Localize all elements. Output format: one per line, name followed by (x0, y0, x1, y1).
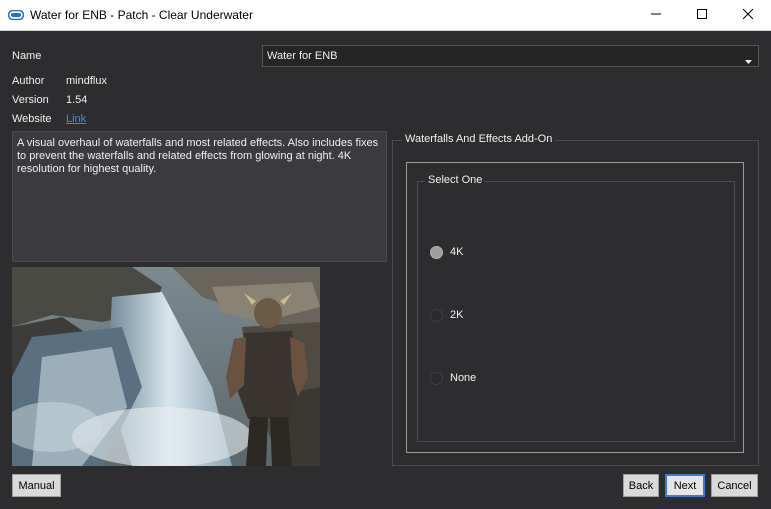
close-icon (742, 8, 754, 22)
name-dropdown[interactable]: Water for ENB (262, 45, 759, 67)
preview-image (12, 267, 320, 466)
author-label: Author (12, 75, 45, 87)
title-bar: Water for ENB - Patch - Clear Underwater (0, 0, 771, 31)
radio-2k[interactable]: 2K (430, 308, 550, 324)
radio-circle (430, 372, 443, 385)
select-one-title: Select One (425, 174, 486, 186)
radio-label: 4K (450, 246, 464, 258)
minimize-button[interactable] (633, 0, 679, 31)
radio-circle (430, 309, 443, 322)
description-box[interactable]: A visual overhaul of waterfalls and most… (12, 131, 387, 262)
window-title: Water for ENB - Patch - Clear Underwater (30, 8, 253, 22)
radio-4k[interactable]: 4K (430, 245, 550, 261)
radio-none[interactable]: None (430, 371, 550, 387)
description-text: A visual overhaul of waterfalls and most… (17, 137, 379, 175)
minimize-icon (651, 9, 661, 22)
radio-label: None (450, 372, 477, 384)
close-button[interactable] (725, 0, 771, 31)
version-value: 1.54 (66, 94, 88, 106)
version-label: Version (12, 94, 49, 106)
author-value: mindflux (66, 75, 107, 87)
app-logo-icon (7, 9, 25, 23)
name-value: Water for ENB (267, 50, 338, 62)
manual-button[interactable]: Manual (12, 474, 61, 497)
back-button[interactable]: Back (623, 474, 659, 497)
maximize-button[interactable] (679, 0, 725, 31)
next-button[interactable]: Next (665, 474, 705, 497)
website-link[interactable]: Link (66, 113, 86, 125)
maximize-icon (697, 9, 707, 22)
website-label: Website (12, 113, 52, 125)
addon-group-title: Waterfalls And Effects Add-On (402, 133, 556, 145)
cancel-button[interactable]: Cancel (711, 474, 758, 497)
chevron-down-icon (745, 55, 752, 67)
name-label: Name (12, 50, 42, 62)
radio-circle (430, 246, 443, 259)
radio-label: 2K (450, 309, 464, 321)
